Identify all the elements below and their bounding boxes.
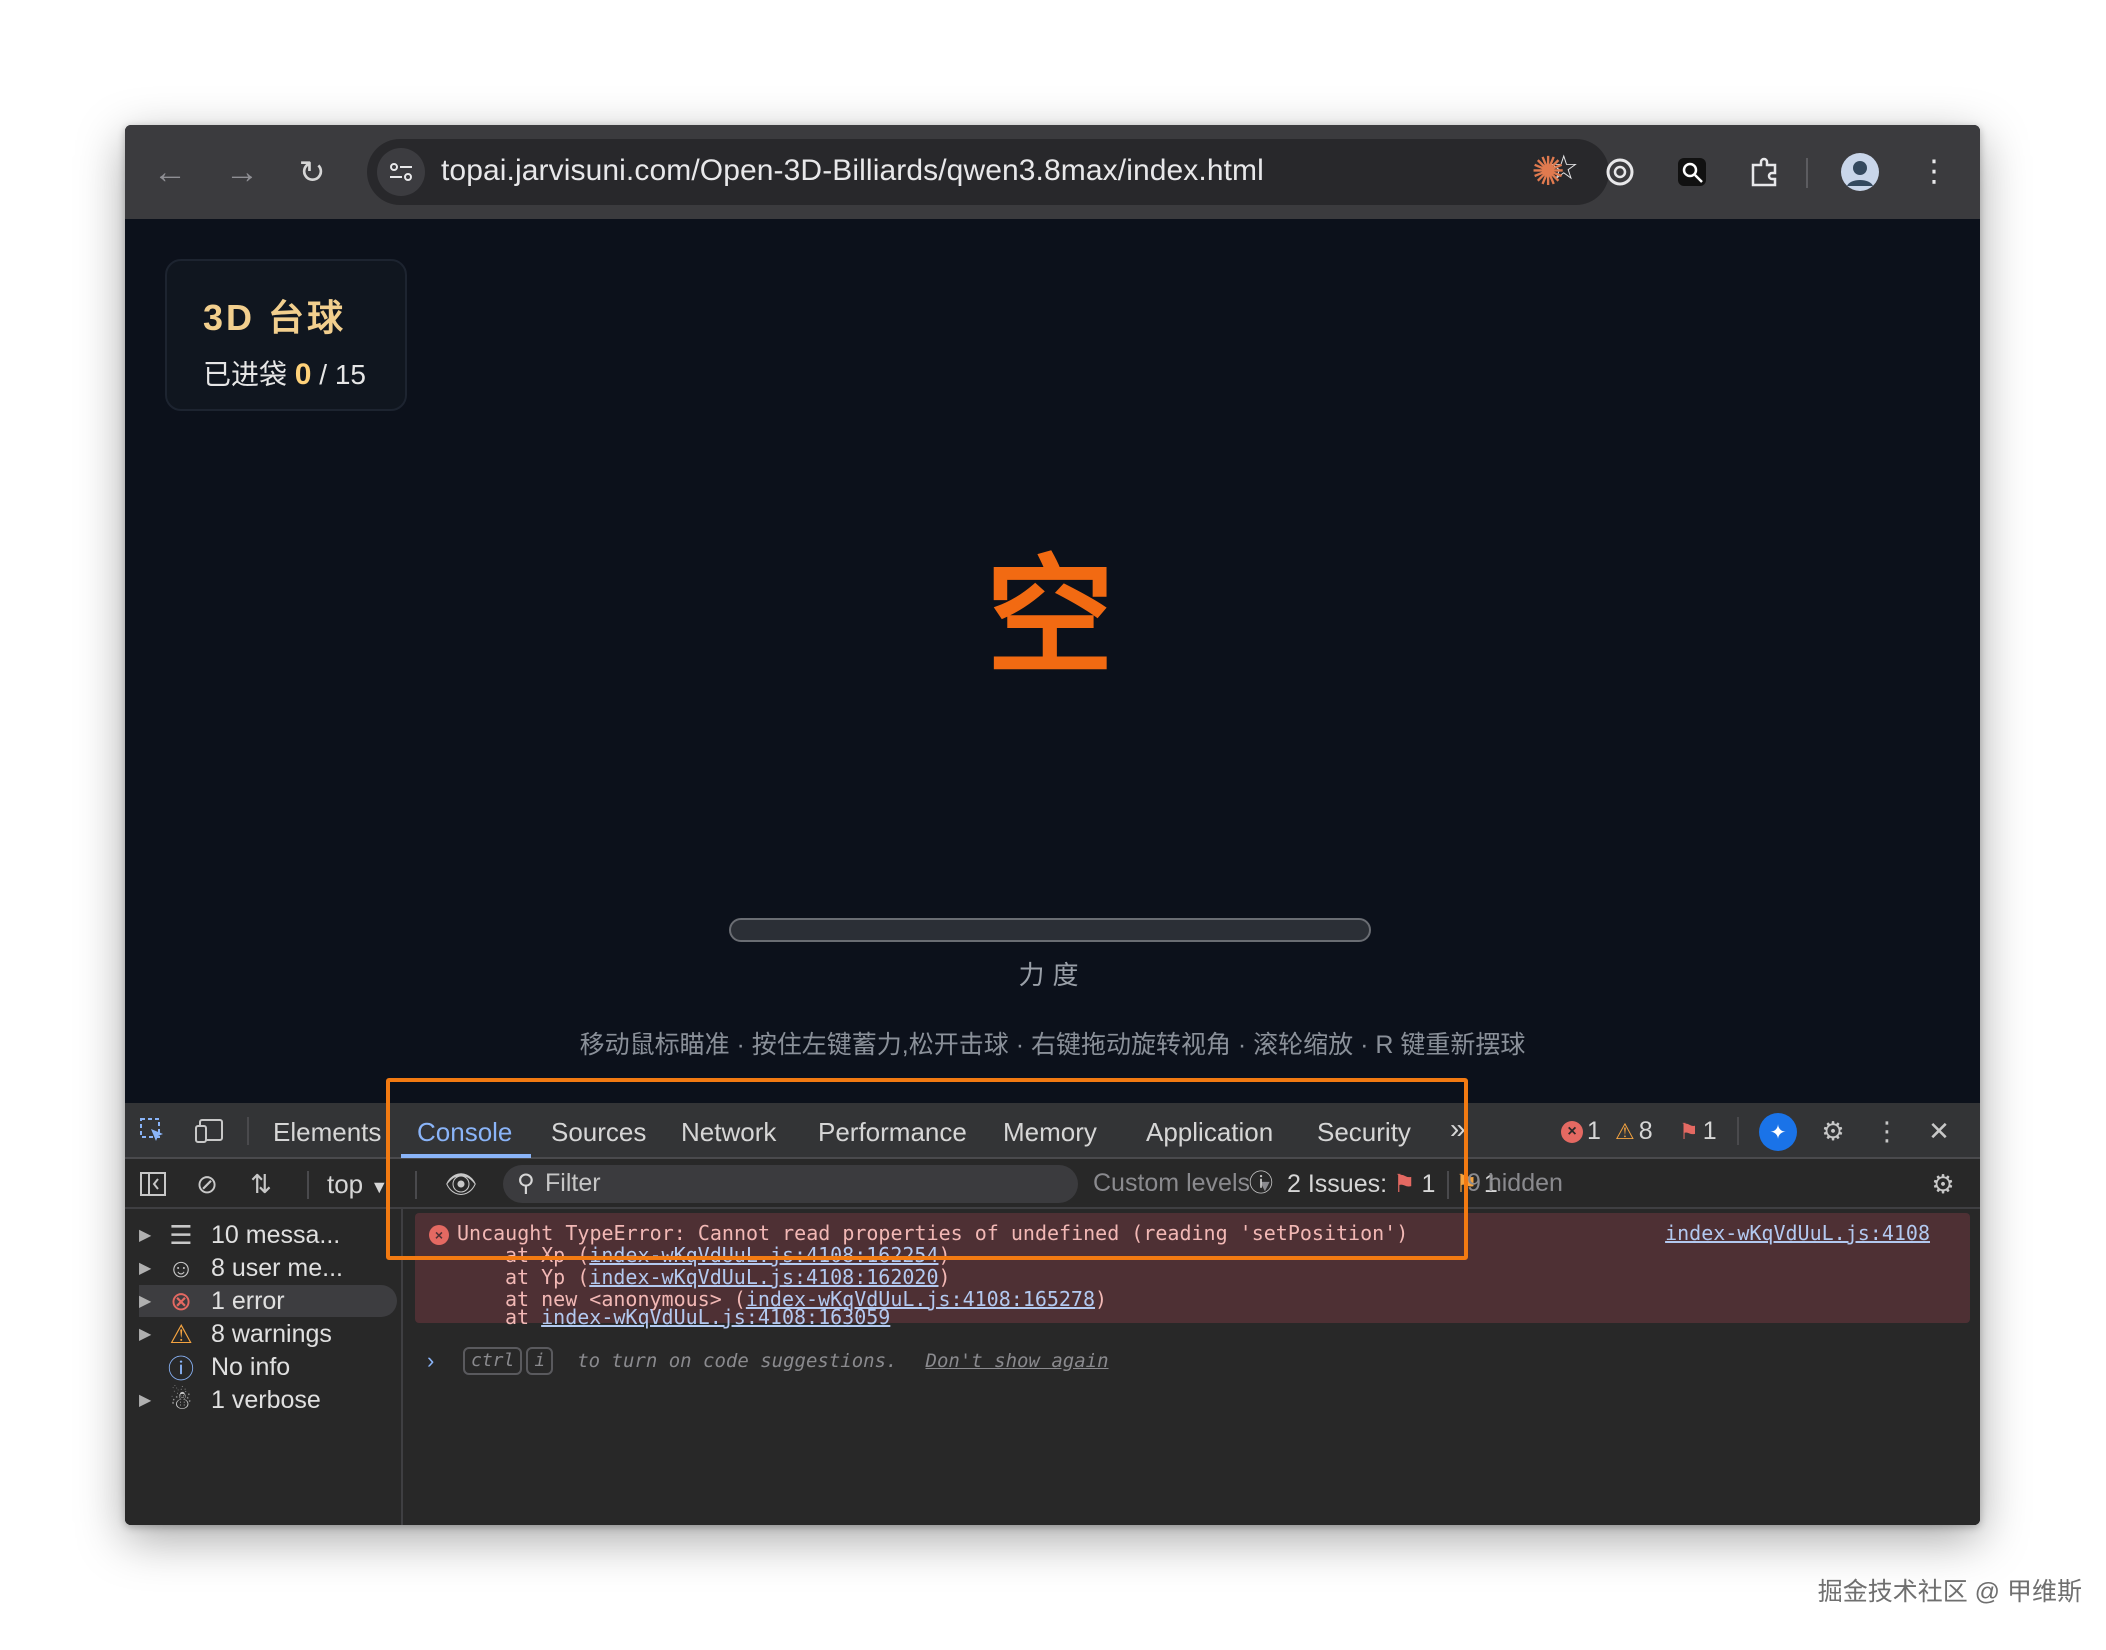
expand-triangle-icon: ▶ — [139, 1293, 152, 1310]
toolbar-separator — [1806, 158, 1808, 188]
profile-avatar[interactable] — [1837, 149, 1883, 195]
issue-count: 1 — [1702, 1117, 1717, 1145]
console-prompt[interactable]: › ctrl i to turn on code suggestions. Do… — [427, 1347, 1109, 1375]
context-selector[interactable]: top ▼ — [327, 1169, 388, 1200]
error-icon: × — [1561, 1120, 1583, 1143]
power-meter — [729, 918, 1371, 942]
expand-triangle-icon: ▶ — [139, 1227, 152, 1244]
tab-separator — [1737, 1117, 1739, 1145]
toolbar-separator — [307, 1171, 309, 1199]
power-label: 力度 — [1018, 960, 1087, 990]
search-extension-icon[interactable] — [1669, 149, 1715, 195]
kbd-ctrl: ctrl — [463, 1347, 523, 1375]
forward-icon[interactable]: → — [217, 147, 267, 197]
score-panel: 3D 台球 已进袋 0 / 15 — [165, 259, 407, 411]
stack-suffix: ) — [1095, 1287, 1108, 1311]
expand-triangle-icon: ▶ — [139, 1326, 152, 1343]
claude-icon[interactable]: ✺ — [1525, 149, 1571, 195]
sidebar-item-warnings[interactable]: ▶ ⚠ 8 warnings — [139, 1318, 397, 1350]
expand-triangle-icon: ▶ — [139, 1392, 152, 1409]
expand-triangle-icon: ▶ — [139, 1260, 152, 1277]
sidebar-toggle-icon[interactable] — [135, 1168, 171, 1200]
browser-window: ← → ↻ topai.jarvisuni.com/Open-3D-Billia… — [125, 125, 1980, 1525]
collapse-groups-icon[interactable]: ⇅ — [243, 1168, 279, 1200]
warning-count-badge[interactable]: ⚠ 8 — [1615, 1117, 1653, 1146]
tab-separator — [247, 1117, 249, 1145]
hidden-messages-count: 9 hidden — [1467, 1169, 1563, 1197]
error-source-link[interactable]: index-wKqVdUuL.js:4108 — [1665, 1221, 1930, 1245]
back-icon[interactable]: ← — [145, 147, 195, 197]
site-info-icon[interactable] — [377, 148, 425, 196]
dont-show-again-link[interactable]: Don't show again — [926, 1350, 1109, 1372]
stack-frame: at index-wKqVdUuL.js:4108:163059 — [505, 1305, 890, 1329]
source-link-text[interactable]: index-wKqVdUuL.js:4108 — [1665, 1221, 1930, 1245]
browser-toolbar: ← → ↻ topai.jarvisuni.com/Open-3D-Billia… — [125, 125, 1980, 219]
error-count-badge[interactable]: × 1 — [1561, 1117, 1601, 1146]
score-count: 0 — [294, 358, 312, 391]
sidebar-item-label: No info — [211, 1352, 291, 1381]
score-label: 已进袋 — [203, 359, 288, 390]
game-title: 3D 台球 — [203, 297, 347, 338]
context-label: top — [327, 1169, 364, 1199]
sidebar-item-label: 1 verbose — [211, 1385, 321, 1414]
watermark: 掘金技术社区 @ 甲维斯 — [1817, 1578, 2082, 1606]
prompt-chevron-icon: › — [427, 1348, 435, 1373]
puzzle-icon[interactable] — [1741, 149, 1787, 195]
warning-count: 8 — [1638, 1117, 1653, 1145]
error-count: 1 — [1587, 1117, 1601, 1145]
sidebar-item-label: 8 user me... — [211, 1253, 343, 1282]
url-text[interactable]: topai.jarvisuni.com/Open-3D-Billiards/qw… — [441, 154, 1264, 188]
sidebar-item-errors[interactable]: ▶ ⊗ 1 error — [139, 1285, 397, 1317]
stack-frame: at Yp (index-wKqVdUuL.js:4108:162020) — [505, 1265, 951, 1289]
score-total: / 15 — [319, 359, 366, 390]
devtools-menu-icon[interactable]: ⋮ — [1869, 1115, 1905, 1147]
tab-elements[interactable]: Elements — [273, 1117, 381, 1148]
settings-gear-icon[interactable]: ⚙ — [1815, 1115, 1851, 1147]
controls-hint: 移动鼠标瞄准 · 按住左键蓄力,松开击球 · 右键拖动旋转视角 · 滚轮缩放 ·… — [579, 1031, 1526, 1059]
bug-icon: ☃ — [169, 1384, 193, 1415]
stack-prefix: at Yp ( — [505, 1265, 590, 1289]
sidebar-item-label: 1 error — [211, 1286, 285, 1315]
console-settings-gear-icon[interactable]: ⚙ — [1925, 1168, 1961, 1200]
openai-icon[interactable] — [1597, 149, 1643, 195]
sidebar-item-info[interactable]: ⓘ No info — [139, 1351, 397, 1384]
sidebar-item-label: 10 messa... — [211, 1220, 341, 1249]
stack-suffix: ) — [938, 1265, 951, 1289]
stack-prefix: at — [505, 1305, 542, 1329]
stack-link[interactable]: index-wKqVdUuL.js:4108:162020 — [589, 1265, 938, 1289]
error-icon: ⊗ — [170, 1285, 192, 1316]
device-toolbar-icon[interactable] — [191, 1115, 227, 1147]
kbd-i: i — [526, 1347, 554, 1375]
sidebar-item-verbose[interactable]: ▶ ☃ 1 verbose — [139, 1384, 397, 1416]
ai-assistance-icon[interactable]: ✦ — [1759, 1113, 1797, 1151]
error-highlight-frame — [386, 1078, 1468, 1260]
sidebar-item-label: 8 warnings — [211, 1319, 332, 1348]
inspect-element-icon[interactable] — [135, 1115, 171, 1147]
reload-icon[interactable]: ↻ — [287, 147, 337, 197]
center-status-char: 空 — [985, 546, 1114, 689]
clear-console-icon[interactable]: ⊘ — [189, 1168, 225, 1200]
page-viewport[interactable]: 3D 台球 已进袋 0 / 15 空 力度 移动鼠标瞄准 · 按住左键蓄力,松开… — [125, 219, 1980, 1103]
close-devtools-icon[interactable]: ✕ — [1921, 1115, 1957, 1147]
browser-menu-icon[interactable]: ⋮ — [1911, 149, 1957, 195]
stack-link[interactable]: index-wKqVdUuL.js:4108:163059 — [541, 1305, 890, 1329]
issue-count-badge[interactable]: ⚑ 1 — [1679, 1117, 1717, 1146]
user-icon: ☺ — [167, 1252, 195, 1283]
code-suggestion-hint: to turn on code suggestions. — [577, 1350, 898, 1372]
pocketed-score: 已进袋 0 / 15 — [203, 353, 366, 393]
console-sidebar: ▶ ☰ 10 messa... ▶ ☺ 8 user me... ▶ ⊗ 1 e… — [125, 1209, 403, 1525]
sidebar-item-messages[interactable]: ▶ ☰ 10 messa... — [139, 1219, 397, 1251]
issue-flag-icon: ⚑ — [1679, 1118, 1699, 1144]
warning-icon: ⚠ — [169, 1318, 193, 1349]
sidebar-item-user-messages[interactable]: ▶ ☺ 8 user me... — [139, 1252, 397, 1284]
list-icon: ☰ — [169, 1219, 193, 1250]
info-icon: ⓘ — [167, 1353, 194, 1384]
warning-icon: ⚠ — [1615, 1118, 1635, 1144]
address-bar[interactable]: topai.jarvisuni.com/Open-3D-Billiards/qw… — [367, 139, 1609, 205]
